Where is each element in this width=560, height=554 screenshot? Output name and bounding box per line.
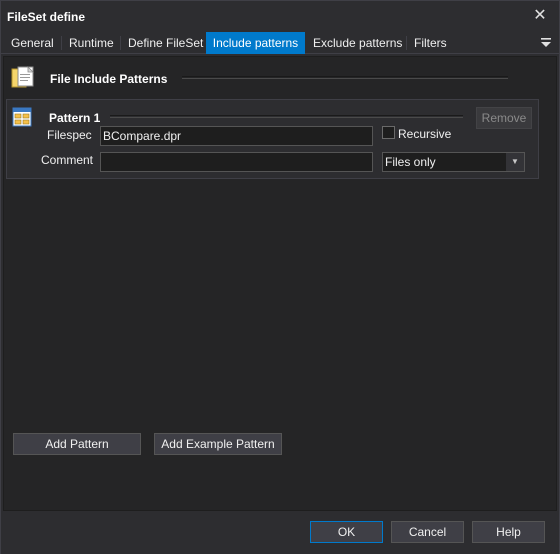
file-type-value: Files only <box>385 155 436 169</box>
cancel-button[interactable]: Cancel <box>391 521 464 543</box>
comment-label: Comment <box>41 153 94 167</box>
section-divider <box>182 76 508 79</box>
tab-separator <box>120 36 121 50</box>
pattern-icon <box>12 107 32 127</box>
tab-runtime[interactable]: Runtime <box>63 32 120 54</box>
filespec-input[interactable]: BCompare.dpr <box>100 126 373 146</box>
tab-define-fileset[interactable]: Define FileSet <box>122 32 209 54</box>
tab-bar: General Runtime Define FileSet Include p… <box>1 32 559 54</box>
file-include-icon <box>11 66 34 88</box>
tab-menu-icon[interactable] <box>539 35 553 49</box>
dialog-footer: OK Cancel Help <box>1 512 559 554</box>
pattern-title: Pattern 1 <box>49 111 101 125</box>
pattern-divider <box>110 115 463 118</box>
tab-general[interactable]: General <box>5 32 60 54</box>
section-title: File Include Patterns <box>50 72 168 86</box>
pattern-group: Pattern 1 Remove Filespec BCompare.dpr R… <box>6 99 539 179</box>
tab-exclude-patterns[interactable]: Exclude patterns <box>307 32 408 54</box>
recursive-label: Recursive <box>398 127 452 141</box>
title-bar: FileSet define ✕ <box>1 1 559 32</box>
ok-button[interactable]: OK <box>310 521 383 543</box>
tab-filters[interactable]: Filters <box>408 32 453 54</box>
fileset-define-dialog: FileSet define ✕ General Runtime Define … <box>0 0 560 554</box>
help-button[interactable]: Help <box>472 521 545 543</box>
tab-separator <box>61 36 62 50</box>
recursive-checkbox[interactable] <box>382 126 395 139</box>
filespec-label: Filespec <box>47 128 92 142</box>
include-patterns-panel: File Include Patterns Pattern 1 Remove F… <box>3 56 557 511</box>
add-pattern-button[interactable]: Add Pattern <box>13 433 141 455</box>
remove-button[interactable]: Remove <box>476 107 532 129</box>
comment-input[interactable] <box>100 152 373 172</box>
tab-separator <box>406 36 407 50</box>
window-title: FileSet define <box>7 10 86 24</box>
tab-include-patterns[interactable]: Include patterns <box>206 32 305 54</box>
file-type-select[interactable]: Files only ▼ <box>382 152 525 172</box>
section-header: File Include Patterns <box>10 63 550 93</box>
chevron-down-icon[interactable]: ▼ <box>506 153 524 171</box>
add-example-pattern-button[interactable]: Add Example Pattern <box>154 433 282 455</box>
close-icon[interactable]: ✕ <box>529 5 551 27</box>
